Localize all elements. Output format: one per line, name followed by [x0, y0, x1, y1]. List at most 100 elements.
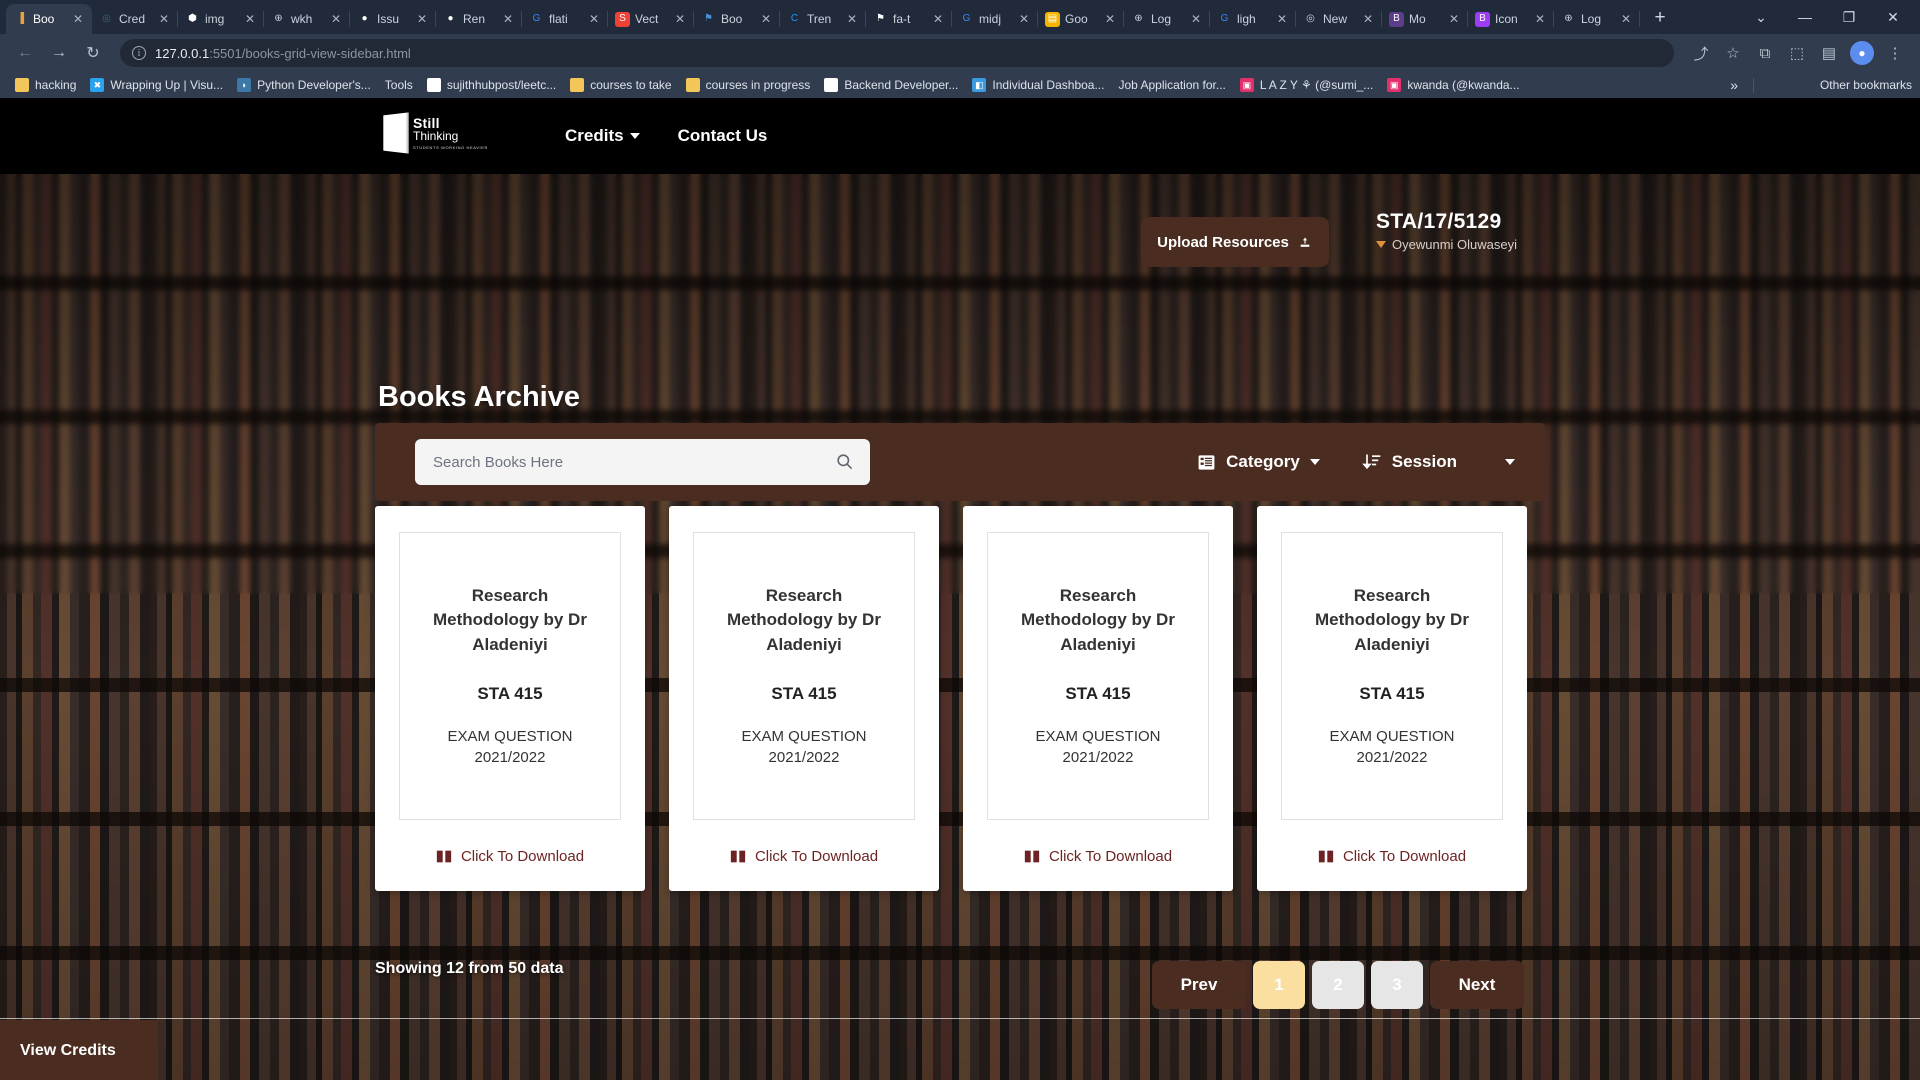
pagination-next[interactable]: Next — [1430, 961, 1524, 1009]
tab-close-icon[interactable]: ✕ — [847, 12, 859, 26]
bookmark-item[interactable]: courses to take — [563, 76, 678, 94]
site-info-icon[interactable]: i — [132, 46, 146, 60]
tab-close-icon[interactable]: ✕ — [1449, 12, 1461, 26]
forward-button[interactable]: → — [44, 38, 74, 68]
pagination-prev[interactable]: Prev — [1152, 961, 1246, 1009]
tab-close-icon[interactable]: ✕ — [1105, 12, 1117, 26]
bookmark-item[interactable]: Tools — [378, 76, 420, 94]
download-link[interactable]: Click To Download — [1318, 848, 1466, 865]
other-bookmarks-button[interactable]: Other bookmarks — [1813, 78, 1912, 92]
tab-search-button[interactable]: ⌄ — [1740, 3, 1782, 31]
tab-close-icon[interactable]: ✕ — [1191, 12, 1203, 26]
chrome-menu-icon[interactable]: ⋮ — [1880, 38, 1910, 68]
logo-text: Still Thinking STUDENTS WORKING HEAVIER — [413, 116, 488, 150]
bookmark-item[interactable]: ▣L A Z Y ⚘ (@sumi_... — [1233, 76, 1380, 94]
session-filter[interactable]: Session — [1362, 452, 1515, 472]
address-bar[interactable]: i 127.0.0.1:5501/books-grid-view-sidebar… — [120, 39, 1674, 67]
nav-item-contact-us[interactable]: Contact Us — [678, 126, 768, 146]
upload-resources-button[interactable]: Upload Resources — [1141, 217, 1329, 267]
browser-tab[interactable]: CTren✕ — [780, 4, 866, 34]
bookmark-item[interactable]: rBackend Developer... — [817, 76, 965, 94]
bookmark-item[interactable]: Job Application for... — [1111, 76, 1232, 94]
download-link[interactable]: Click To Download — [1024, 848, 1172, 865]
tab-close-icon[interactable]: ✕ — [73, 12, 85, 26]
site-logo[interactable]: Still Thinking STUDENTS WORKING HEAVIER — [382, 114, 488, 152]
download-label: Click To Download — [1049, 848, 1172, 865]
tab-close-icon[interactable]: ✕ — [1621, 12, 1633, 26]
tab-close-icon[interactable]: ✕ — [245, 12, 257, 26]
browser-tab[interactable]: ▤Goo✕ — [1038, 4, 1124, 34]
view-credits-button[interactable]: View Credits — [0, 1020, 158, 1080]
tab-close-icon[interactable]: ✕ — [761, 12, 773, 26]
bookmark-item[interactable]: ●sujithhubpost/leetc... — [420, 76, 563, 94]
browser-tab[interactable]: ⊕Log✕ — [1124, 4, 1210, 34]
minimize-button[interactable]: — — [1784, 3, 1826, 31]
tab-label: Log — [1151, 12, 1186, 26]
browser-tab[interactable]: ⊕Log✕ — [1554, 4, 1640, 34]
browser-tab[interactable]: ●Issu✕ — [350, 4, 436, 34]
download-link[interactable]: Click To Download — [730, 848, 878, 865]
close-window-button[interactable]: ✕ — [1872, 3, 1914, 31]
browser-tab[interactable]: ⚑fa-t✕ — [866, 4, 952, 34]
back-button[interactable]: ← — [10, 38, 40, 68]
tab-close-icon[interactable]: ✕ — [503, 12, 515, 26]
search-icon[interactable] — [835, 452, 854, 471]
browser-tab[interactable]: Gligh✕ — [1210, 4, 1296, 34]
bookmark-item[interactable]: hacking — [8, 76, 83, 94]
browser-tab[interactable]: Gmidj✕ — [952, 4, 1038, 34]
tab-close-icon[interactable]: ✕ — [1277, 12, 1289, 26]
browser-tab[interactable]: BIcon✕ — [1468, 4, 1554, 34]
pagination-page-1[interactable]: 1 — [1253, 961, 1305, 1009]
download-link[interactable]: Click To Download — [436, 848, 584, 865]
book-card[interactable]: Research Methodology by Dr AladeniyiSTA … — [1257, 506, 1527, 891]
tab-close-icon[interactable]: ✕ — [1363, 12, 1375, 26]
profile-avatar[interactable]: ● — [1850, 41, 1874, 65]
share-icon[interactable]: ⤴ — [1686, 38, 1716, 68]
bookmark-item[interactable]: ◧Individual Dashboa... — [965, 76, 1111, 94]
tab-close-icon[interactable]: ✕ — [675, 12, 687, 26]
tab-close-icon[interactable]: ✕ — [933, 12, 945, 26]
browser-tab[interactable]: ⚑Boo✕ — [694, 4, 780, 34]
flag-icon: ⚑ — [873, 12, 888, 27]
book-card[interactable]: Research Methodology by Dr AladeniyiSTA … — [963, 506, 1233, 891]
upload-icon — [1297, 236, 1313, 249]
split-screen-icon[interactable]: ⧉ — [1750, 38, 1780, 68]
pagination-page-3[interactable]: 3 — [1371, 961, 1423, 1009]
tab-close-icon[interactable]: ✕ — [159, 12, 171, 26]
new-tab-button[interactable]: + — [1646, 4, 1674, 32]
bookmark-star-icon[interactable]: ☆ — [1718, 38, 1748, 68]
bookmarks-overflow-button[interactable]: » — [1724, 77, 1744, 93]
maximize-button[interactable]: ❐ — [1828, 3, 1870, 31]
book-card[interactable]: Research Methodology by Dr AladeniyiSTA … — [669, 506, 939, 891]
browser-tab[interactable]: ⊕wkh✕ — [264, 4, 350, 34]
browser-tab[interactable]: SVect✕ — [608, 4, 694, 34]
tab-close-icon[interactable]: ✕ — [589, 12, 601, 26]
browser-tab[interactable]: BMo✕ — [1382, 4, 1468, 34]
bookmark-item[interactable]: courses in progress — [679, 76, 818, 94]
extensions-icon[interactable]: ⬚ — [1782, 38, 1812, 68]
bookmark-item[interactable]: ✖Wrapping Up | Visu... — [83, 76, 230, 94]
side-panel-icon[interactable]: ▤ — [1814, 38, 1844, 68]
nav-item-credits[interactable]: Credits — [565, 126, 640, 146]
browser-tab[interactable]: ▐Boo✕ — [6, 4, 92, 34]
browser-tab[interactable]: ●Ren✕ — [436, 4, 522, 34]
user-info[interactable]: STA/17/5129 Oyewunmi Oluwaseyi — [1376, 210, 1517, 252]
reload-button[interactable]: ↻ — [78, 38, 108, 68]
tab-label: wkh — [291, 12, 326, 26]
browser-tab[interactable]: ◎New✕ — [1296, 4, 1382, 34]
book-card[interactable]: Research Methodology by Dr AladeniyiSTA … — [375, 506, 645, 891]
bookmark-label: sujithhubpost/leetc... — [447, 78, 556, 92]
tab-close-icon[interactable]: ✕ — [1535, 12, 1547, 26]
user-name-row[interactable]: Oyewunmi Oluwaseyi — [1376, 237, 1517, 252]
browser-tab[interactable]: ◎Cred✕ — [92, 4, 178, 34]
bookmark-item[interactable]: ▣kwanda (@kwanda... — [1380, 76, 1526, 94]
category-filter[interactable]: Category — [1197, 452, 1320, 472]
search-input[interactable] — [415, 439, 870, 485]
bookmark-item[interactable]: ◗Python Developer's... — [230, 76, 378, 94]
tab-close-icon[interactable]: ✕ — [1019, 12, 1031, 26]
pagination-page-2[interactable]: 2 — [1312, 961, 1364, 1009]
tab-close-icon[interactable]: ✕ — [331, 12, 343, 26]
browser-tab[interactable]: ⬢img✕ — [178, 4, 264, 34]
tab-close-icon[interactable]: ✕ — [417, 12, 429, 26]
browser-tab[interactable]: Gflati✕ — [522, 4, 608, 34]
